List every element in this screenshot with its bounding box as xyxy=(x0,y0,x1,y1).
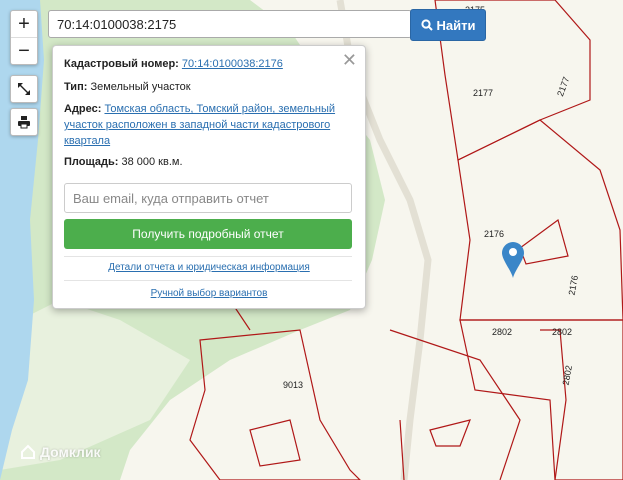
search-input[interactable] xyxy=(48,10,412,38)
type-value: Земельный участок xyxy=(90,81,191,93)
house-logo-icon xyxy=(21,444,35,459)
zoom-in-icon[interactable]: + xyxy=(11,11,37,37)
print-control xyxy=(10,108,38,136)
area-label: Площадь: xyxy=(64,156,119,168)
type-row: Тип: Земельный участок xyxy=(64,79,345,95)
address-row: Адрес: Томская область, Томский район, з… xyxy=(64,101,345,149)
fullscreen-control xyxy=(10,75,38,103)
get-report-button[interactable]: Получить подробный отчет xyxy=(64,219,352,249)
domclick-watermark: Домклик xyxy=(20,444,101,460)
address-label: Адрес: xyxy=(64,103,102,115)
area-row: Площадь: 38 000 кв.м. xyxy=(64,154,345,170)
watermark-text: Домклик xyxy=(40,444,101,460)
divider xyxy=(64,280,352,281)
cadastral-number-link[interactable]: 70:14:0100038:2176 xyxy=(182,58,283,70)
fullscreen-icon[interactable] xyxy=(11,76,37,102)
area-value: 38 000 кв.м. xyxy=(121,156,183,168)
parcel-label-2176-a: 2176 xyxy=(484,229,504,239)
parcel-label-2177-a: 2177 xyxy=(473,88,493,98)
zoom-control: + − xyxy=(10,10,38,65)
search-icon xyxy=(420,19,433,31)
manual-selection-link[interactable]: Ручной выбор вариантов xyxy=(53,288,365,299)
cadastral-label: Кадастровый номер: xyxy=(64,58,179,70)
search-button-label: Найти xyxy=(436,17,476,33)
parcel-label-2802-a: 2802 xyxy=(492,327,512,337)
parcel-info-popup: ✕ Кадастровый номер: 70:14:0100038:2176 … xyxy=(52,45,366,309)
details-link[interactable]: Детали отчета и юридическая информация xyxy=(53,262,365,273)
type-label: Тип: xyxy=(64,81,88,93)
parcel-label-9013: 9013 xyxy=(283,380,303,390)
address-link[interactable]: Томская область, Томский район, земельны… xyxy=(64,103,335,147)
search-button[interactable]: Найти xyxy=(410,9,486,41)
print-icon[interactable] xyxy=(11,109,37,135)
parcel-label-2802-b: 2802 xyxy=(552,327,572,337)
divider xyxy=(64,256,352,257)
zoom-out-icon[interactable]: − xyxy=(11,37,37,64)
cadastral-row: Кадастровый номер: 70:14:0100038:2176 xyxy=(64,56,345,72)
email-field[interactable] xyxy=(64,183,352,213)
